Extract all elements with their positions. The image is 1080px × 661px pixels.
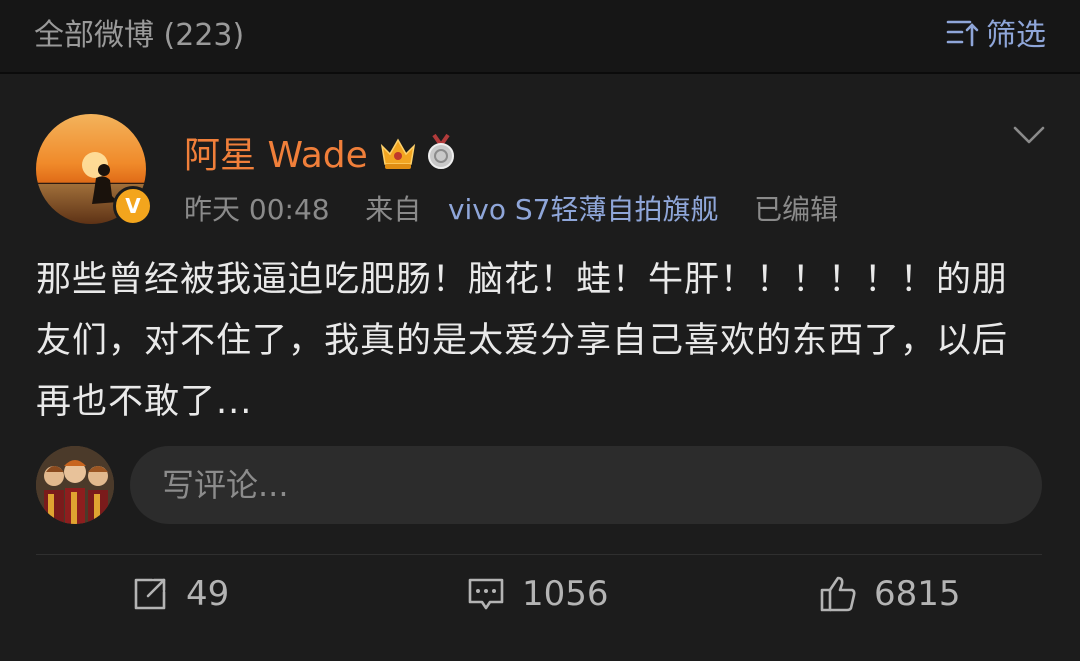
comment-icon (468, 578, 504, 610)
post-time: 昨天 00:48 (184, 193, 330, 226)
name-row: 阿星 Wade (184, 126, 458, 178)
edited-label: 已编辑 (754, 193, 839, 226)
comment-button[interactable]: 1056 (466, 574, 609, 614)
repost-button[interactable]: 49 (130, 574, 229, 614)
verified-badge: V (113, 186, 153, 226)
chevron-down-icon[interactable] (1012, 122, 1046, 148)
source-prefix: 来自 (365, 193, 422, 226)
username[interactable]: 阿星 Wade (184, 126, 368, 178)
action-bar: 49 1056 6815 (0, 568, 1080, 634)
repost-count: 49 (186, 574, 230, 614)
all-posts-count[interactable]: 全部微博 (223) (34, 10, 244, 54)
post-content: 那些曾经被我逼迫吃肥肠！脑花！蛙！牛肝！！！！！！的朋友们，对不住了，我真的是太… (36, 260, 1009, 422)
filter-icon (946, 20, 979, 47)
comment-count: 1056 (522, 574, 609, 614)
commenter-avatar[interactable] (36, 446, 114, 524)
medal-icon[interactable] (424, 133, 458, 171)
commenter-avatar-image (36, 446, 114, 524)
filter-label: 筛选 (986, 18, 1046, 53)
like-count: 6815 (874, 574, 961, 614)
filter-button[interactable]: 筛选 (946, 10, 1046, 54)
share-icon (134, 578, 166, 610)
crown-icon[interactable] (378, 132, 418, 172)
divider (36, 554, 1042, 555)
post-meta: 昨天 00:48 来自 vivo S7轻薄自拍旗舰 已编辑 (184, 188, 838, 228)
post-card: V 阿星 Wade 昨天 00:48 来自 vivo S7轻薄自拍旗舰 已编辑 … (0, 74, 1080, 661)
like-icon (820, 576, 856, 612)
device-link[interactable]: vivo S7轻薄自拍旗舰 (448, 193, 719, 226)
like-button[interactable]: 6815 (818, 574, 961, 614)
comment-input[interactable]: 写评论... (130, 446, 1042, 524)
top-bar: 全部微博 (223) 筛选 (0, 0, 1080, 74)
